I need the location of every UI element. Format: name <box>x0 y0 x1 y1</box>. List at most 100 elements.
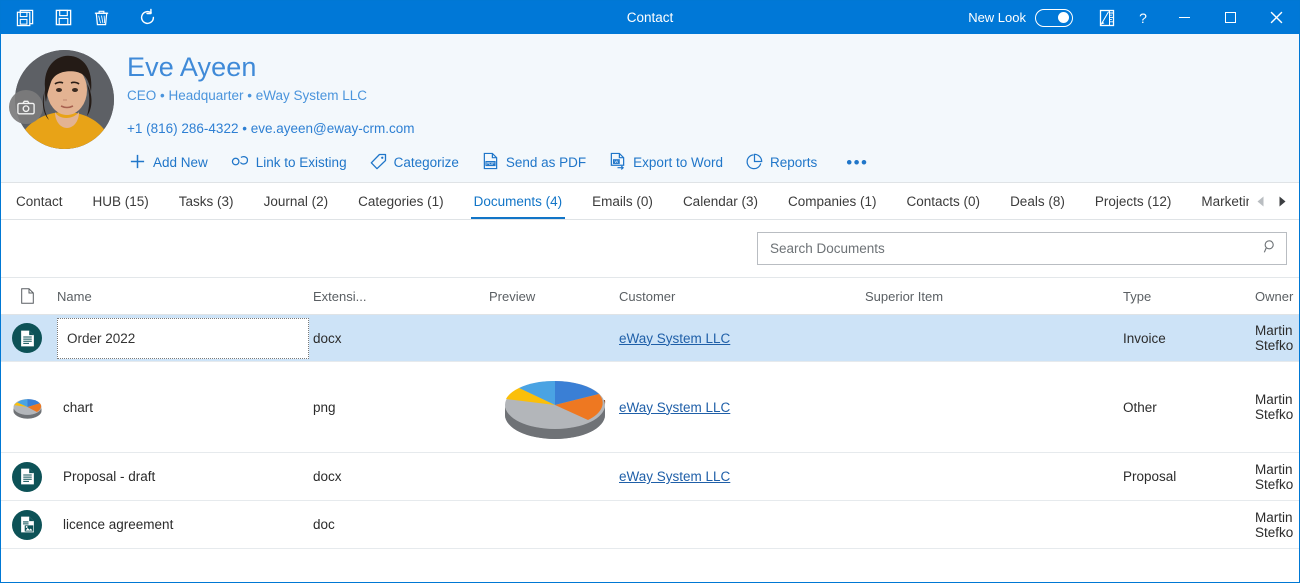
name-cell[interactable]: Order 2022 <box>53 317 311 359</box>
contact-email[interactable]: eve.ayeen@eway-crm.com <box>251 121 415 136</box>
add-new-button[interactable]: Add New <box>127 149 219 177</box>
link-to-existing-button[interactable]: Link to Existing <box>229 149 358 176</box>
owner-cell: Martin Stefko <box>1255 323 1294 353</box>
name-cell[interactable]: Proposal - draft <box>53 469 311 484</box>
close-button[interactable] <box>1253 1 1299 34</box>
name-input[interactable]: Order 2022 <box>57 317 309 359</box>
tab-hub[interactable]: HUB (15) <box>78 183 164 219</box>
tab-calendar[interactable]: Calendar (3) <box>668 183 773 219</box>
documents-grid: Name Extensi... Preview Customer Superio… <box>1 278 1299 582</box>
action-row: Add New Link to Existing Categorize PDF … <box>127 148 1299 177</box>
customer-link[interactable]: eWay System LLC <box>619 400 730 415</box>
preview-cell[interactable] <box>489 367 619 448</box>
column-header-customer[interactable]: Customer <box>619 289 865 304</box>
export-to-word-button[interactable]: W Export to Word <box>607 148 734 177</box>
table-row[interactable]: Order 2022 docx eWay System LLC Invoice … <box>1 315 1299 362</box>
tab-categories[interactable]: Categories (1) <box>343 183 459 219</box>
svg-text:W: W <box>615 159 619 164</box>
tab-contacts[interactable]: Contacts (0) <box>892 183 996 219</box>
minimize-button[interactable] <box>1161 1 1207 34</box>
tab-journal[interactable]: Journal (2) <box>249 183 344 219</box>
owner-cell: Martin Stefko <box>1255 509 1294 540</box>
search-box[interactable] <box>757 232 1287 265</box>
plus-icon <box>129 153 146 173</box>
name-cell[interactable]: licence agreement <box>53 517 311 532</box>
contact-phone[interactable]: +1 (816) 286-4322 <box>127 121 238 136</box>
tag-icon <box>370 153 387 173</box>
column-header-extension[interactable]: Extensi... <box>311 289 489 304</box>
refresh-icon[interactable] <box>129 3 165 33</box>
column-header-superior-item[interactable]: Superior Item <box>865 289 1123 304</box>
name-cell[interactable]: chart <box>53 400 311 415</box>
search-area <box>1 220 1299 278</box>
close-icon <box>1270 11 1282 24</box>
link-icon <box>231 153 249 172</box>
tab-documents[interactable]: Documents (4) <box>459 183 578 219</box>
send-as-pdf-button[interactable]: PDF Send as PDF <box>480 148 597 177</box>
type-cell: Invoice <box>1123 330 1166 346</box>
customer-cell: eWay System LLC <box>619 331 865 346</box>
tab-deals[interactable]: Deals (8) <box>995 183 1080 219</box>
contact-window: Contact New Look ? Eve Ayeen CEO • Headq… <box>0 0 1300 583</box>
chevron-left-icon[interactable] <box>1249 183 1271 219</box>
column-header-type[interactable]: Type <box>1123 289 1255 304</box>
avatar-area <box>1 44 127 182</box>
grid-header-row: Name Extensi... Preview Customer Superio… <box>1 278 1299 315</box>
table-row[interactable]: chart png eWay System LLC Other Martin S… <box>1 362 1299 453</box>
column-header-owner[interactable]: Owner <box>1255 289 1299 304</box>
chevron-right-icon[interactable] <box>1271 183 1293 219</box>
table-row[interactable]: licence agreement doc Martin Stefko <box>1 501 1299 549</box>
document-icon <box>1 323 53 353</box>
table-row[interactable]: Proposal - draft docx eWay System LLC Pr… <box>1 453 1299 501</box>
column-header-preview[interactable]: Preview <box>489 289 619 304</box>
title-bar-toolbar <box>1 3 165 33</box>
owner-cell: Martin Stefko <box>1255 392 1294 422</box>
save-and-new-icon[interactable] <box>7 3 43 33</box>
contact-separator: • <box>242 121 247 136</box>
customer-cell: eWay System LLC <box>619 400 865 415</box>
extension-cell: doc <box>313 517 335 532</box>
tab-bar: Contact HUB (15) Tasks (3) Journal (2) C… <box>1 182 1299 220</box>
extension-cell: png <box>313 399 336 415</box>
contact-subtitle: CEO • Headquarter • eWay System LLC <box>127 88 368 103</box>
delete-icon[interactable] <box>83 3 119 33</box>
tab-companies[interactable]: Companies (1) <box>773 183 892 219</box>
toggle-knob <box>1058 11 1069 23</box>
link-to-existing-label: Link to Existing <box>255 155 347 170</box>
tab-emails[interactable]: Emails (0) <box>577 183 668 219</box>
tab-projects[interactable]: Projects (12) <box>1080 183 1187 219</box>
categorize-button[interactable]: Categorize <box>368 149 470 177</box>
tab-tasks[interactable]: Tasks (3) <box>164 183 249 219</box>
maximize-button[interactable] <box>1207 1 1253 34</box>
tab-contact[interactable]: Contact <box>1 183 78 219</box>
tab-marketing[interactable]: Marketing (1 <box>1186 183 1249 219</box>
export-to-word-label: Export to Word <box>633 155 723 170</box>
pie-chart-preview <box>495 367 615 448</box>
minimize-icon <box>1178 17 1190 18</box>
camera-icon[interactable] <box>9 90 43 124</box>
maximize-icon <box>1224 12 1236 23</box>
reports-label: Reports <box>769 155 818 170</box>
reports-button[interactable]: Reports <box>744 149 828 177</box>
title-bar: Contact New Look ? <box>1 1 1299 34</box>
search-icon[interactable] <box>1263 239 1278 259</box>
add-new-label: Add New <box>153 155 208 170</box>
contact-info: Eve Ayeen CEO • Headquarter • eWay Syste… <box>127 44 1299 182</box>
categorize-label: Categorize <box>393 155 459 170</box>
new-look-label: New Look <box>968 10 1026 25</box>
column-header-name[interactable]: Name <box>53 289 311 304</box>
help-label: ? <box>1139 9 1147 26</box>
ribbon-designer-icon[interactable] <box>1089 2 1125 34</box>
more-actions-button[interactable]: ••• <box>838 154 876 171</box>
customer-link[interactable]: eWay System LLC <box>619 469 730 484</box>
owner-cell: Martin Stefko <box>1255 461 1294 492</box>
extension-cell: docx <box>313 330 342 346</box>
document-icon <box>1 461 53 492</box>
pdf-icon: PDF <box>482 152 499 173</box>
save-icon[interactable] <box>45 3 81 33</box>
customer-link[interactable]: eWay System LLC <box>619 331 730 346</box>
new-look-toggle[interactable] <box>1035 8 1073 27</box>
search-input[interactable] <box>768 240 1263 257</box>
contact-header: Eve Ayeen CEO • Headquarter • eWay Syste… <box>1 34 1299 182</box>
help-button[interactable]: ? <box>1125 2 1161 34</box>
